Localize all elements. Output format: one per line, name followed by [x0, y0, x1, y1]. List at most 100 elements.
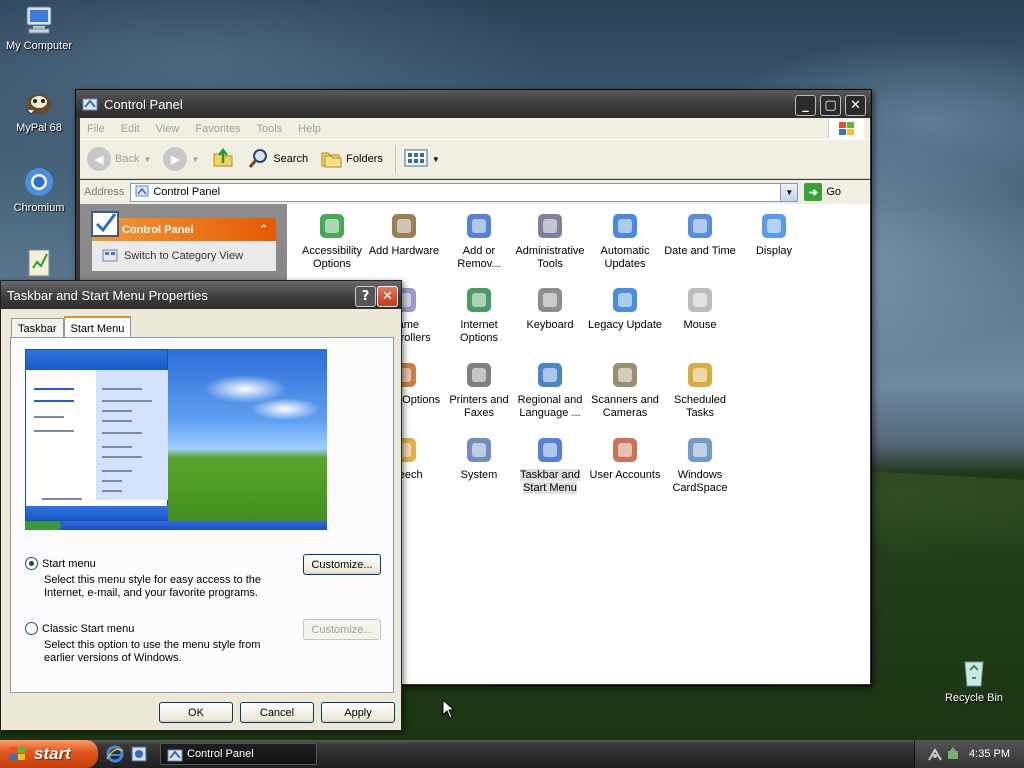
- desktop-icon-my-computer[interactable]: My Computer: [0, 4, 79, 52]
- internet-explorer-icon[interactable]: [106, 745, 124, 766]
- clock[interactable]: 4:35 PM: [969, 748, 1010, 760]
- menu-view[interactable]: View: [156, 123, 180, 135]
- cp-item-taskbar-start-menu[interactable]: Taskbar and Start Menu: [513, 434, 587, 495]
- cp-item-label: Mouse: [683, 319, 717, 331]
- cp-item-mouse[interactable]: Mouse: [663, 284, 737, 332]
- tab-start-menu[interactable]: Start Menu: [63, 316, 132, 339]
- add-remove-programs-icon: [463, 210, 495, 242]
- ok-button[interactable]: OK: [159, 702, 233, 723]
- forward-arrow-icon: ▶: [163, 147, 188, 171]
- desktop-icon-recycle-bin[interactable]: Recycle Bin: [934, 656, 1014, 704]
- menu-favorites[interactable]: Favorites: [195, 123, 240, 135]
- apply-button[interactable]: Apply: [321, 702, 395, 723]
- radio-start-menu[interactable]: Start menu: [25, 557, 96, 570]
- system-icon: [463, 434, 495, 466]
- taskbar-properties-dialog: Taskbar and Start Menu Properties ? ✕ Ta…: [0, 280, 402, 731]
- cp-item-scanners-cameras[interactable]: Scanners and Cameras: [588, 359, 662, 420]
- cp-item-regional-language[interactable]: Regional and Language ...: [513, 359, 587, 420]
- category-view-icon: [102, 248, 118, 265]
- go-button[interactable]: ➔ Go: [804, 183, 841, 201]
- cp-item-add-hardware[interactable]: Add Hardware: [367, 210, 441, 258]
- cp-item-system[interactable]: System: [442, 434, 516, 482]
- desktop-icon-notepad-plus[interactable]: [0, 246, 79, 282]
- back-button[interactable]: ◀ Back ▼: [87, 147, 151, 171]
- cancel-button[interactable]: Cancel: [240, 702, 314, 723]
- tray-network-icon[interactable]: [927, 746, 943, 765]
- menu-edit[interactable]: Edit: [121, 123, 140, 135]
- cp-item-label: Windows CardSpace: [672, 469, 728, 494]
- start-menu-description: Select this menu style for easy access t…: [44, 574, 262, 599]
- help-button[interactable]: ?: [355, 286, 376, 307]
- desktop-icon-mypal[interactable]: MyPal 68: [0, 86, 79, 134]
- customize-classic-button[interactable]: Customize...: [303, 619, 381, 640]
- cp-item-label: Legacy Update: [588, 319, 662, 331]
- control-panel-task-icon: [167, 747, 183, 766]
- address-dropdown-button[interactable]: ▼: [780, 183, 798, 201]
- classic-start-menu-description: Select this option to use the menu style…: [44, 639, 261, 664]
- start-button[interactable]: start: [0, 740, 98, 768]
- collapse-chevron-icon[interactable]: ⌃: [260, 224, 268, 235]
- radio-classic-start-menu[interactable]: Classic Start menu: [25, 622, 134, 635]
- tray-safely-remove-icon[interactable]: [945, 746, 961, 765]
- cp-item-scheduled-tasks[interactable]: Scheduled Tasks: [663, 359, 737, 420]
- forward-button[interactable]: ▶ ▼: [163, 147, 199, 171]
- control-panel-titlebar[interactable]: Control Panel: [76, 90, 871, 118]
- address-input[interactable]: Control Panel ▼: [130, 182, 799, 202]
- my-computer-icon: [23, 4, 55, 36]
- system-tray: 4:35 PM: [914, 740, 1024, 768]
- windows-flag-icon: [9, 746, 27, 762]
- user-accounts-icon: [609, 434, 641, 466]
- radio-button-selected[interactable]: [25, 557, 38, 570]
- cp-item-cardspace[interactable]: Windows CardSpace: [663, 434, 737, 495]
- cp-item-date-time[interactable]: Date and Time: [663, 210, 737, 258]
- customize-start-menu-button[interactable]: Customize...: [303, 554, 381, 575]
- browser-icon[interactable]: [130, 745, 148, 766]
- recycle-bin-icon: [958, 656, 990, 688]
- minimize-button[interactable]: _: [795, 95, 816, 116]
- dialog-close-button[interactable]: ✕: [377, 286, 398, 307]
- scanners-cameras-icon: [609, 359, 641, 391]
- menu-help[interactable]: Help: [298, 123, 321, 135]
- cp-item-display[interactable]: Display: [737, 210, 811, 258]
- notepad-plus-icon: [23, 246, 55, 278]
- radio-button-unselected[interactable]: [25, 622, 38, 635]
- cp-item-automatic-updates[interactable]: Automatic Updates: [588, 210, 662, 271]
- control-panel-window-icon: [82, 96, 98, 112]
- mypal-icon: [23, 86, 55, 118]
- address-bar: Address Control Panel ▼ ➔ Go: [80, 180, 870, 204]
- menu-tools[interactable]: Tools: [257, 123, 283, 135]
- taskbox-header[interactable]: Control Panel ⌃: [91, 211, 276, 241]
- quick-launch: [106, 745, 148, 766]
- tab-taskbar[interactable]: Taskbar: [11, 318, 64, 338]
- date-time-icon: [684, 210, 716, 242]
- cp-item-printers[interactable]: Printers and Faxes: [442, 359, 516, 420]
- cp-item-administrative-tools[interactable]: Administrative Tools: [513, 210, 587, 271]
- taskbar-start-menu-icon: [534, 434, 566, 466]
- cp-item-label: Taskbar and Start Menu: [520, 469, 580, 494]
- up-folder-button[interactable]: [211, 146, 235, 173]
- legacy-update-icon: [609, 284, 641, 316]
- cp-item-add-remove-programs[interactable]: Add or Remov...: [442, 210, 516, 271]
- taskbar-button-control-panel[interactable]: Control Panel: [160, 743, 317, 765]
- cp-item-keyboard[interactable]: Keyboard: [513, 284, 587, 332]
- chevron-down-icon: ▼: [431, 154, 440, 164]
- desktop-icon-label: Recycle Bin: [944, 692, 1004, 704]
- dialog-title: Taskbar and Start Menu Properties: [7, 287, 208, 303]
- cp-item-legacy-update[interactable]: Legacy Update: [588, 284, 662, 332]
- chevron-down-icon: ▼: [191, 154, 200, 164]
- folders-button[interactable]: Folders: [320, 148, 383, 171]
- dialog-titlebar[interactable]: Taskbar and Start Menu Properties: [1, 281, 401, 309]
- cp-item-accessibility[interactable]: Accessibility Options: [295, 210, 369, 271]
- cp-item-internet-options[interactable]: Internet Options: [442, 284, 516, 345]
- menu-file[interactable]: File: [87, 123, 105, 135]
- printers-icon: [463, 359, 495, 391]
- close-button[interactable]: ✕: [845, 95, 866, 116]
- search-button[interactable]: Search: [247, 147, 308, 172]
- cardspace-icon: [684, 434, 716, 466]
- views-button[interactable]: ▼: [404, 148, 440, 171]
- add-hardware-icon: [388, 210, 420, 242]
- maximize-button[interactable]: ▢: [820, 95, 841, 116]
- cp-item-user-accounts[interactable]: User Accounts: [588, 434, 662, 482]
- switch-category-view-link[interactable]: Switch to Category View: [92, 241, 276, 271]
- desktop-icon-chromium[interactable]: Chromium: [0, 166, 79, 214]
